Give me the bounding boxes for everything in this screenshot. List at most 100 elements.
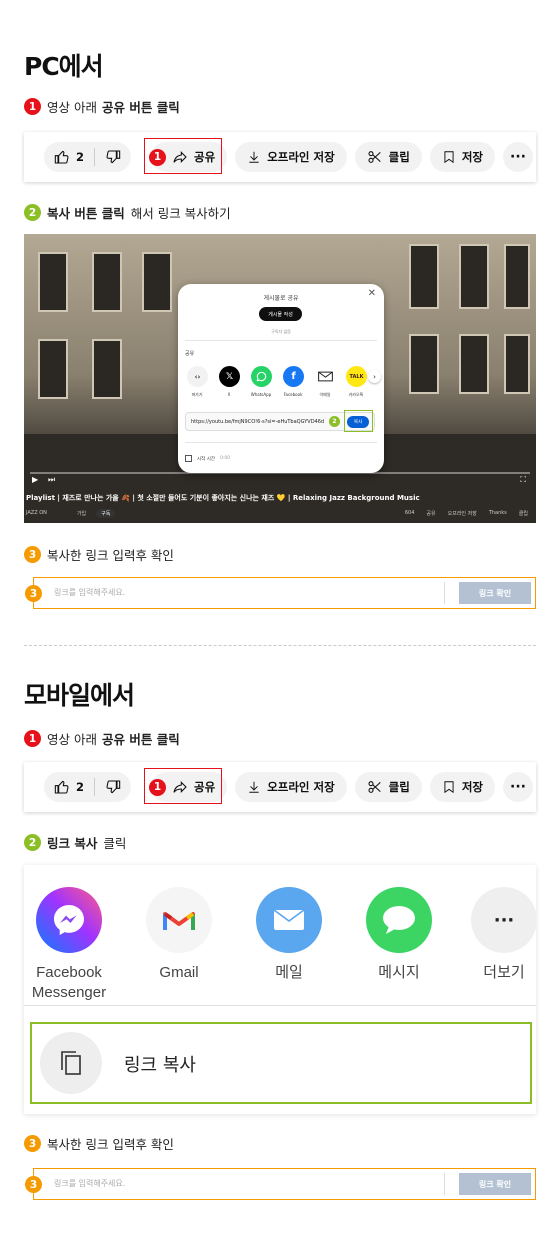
icon-label: 퍼가기 <box>191 392 203 397</box>
mobile-section-title: 모바일에서 <box>24 681 135 710</box>
mobile-step3: 3 복사한 링크 입력후 확인 <box>24 1134 174 1153</box>
share-dialog: 게시물로 공유 ✕ 게시물 작성 구독자 없음 공유 ‹› 𝕏 f TALK ›… <box>178 284 384 473</box>
link-input[interactable]: 링크를 입력해주세요. <box>54 1178 125 1189</box>
link-confirm-button[interactable]: 링크 확인 <box>459 1173 531 1195</box>
app-label: Gmail <box>159 964 199 981</box>
clip-button[interactable]: 클립 <box>354 142 422 172</box>
more-icon: ··· <box>471 887 536 953</box>
youtube-action-bar: 2 1 공유 오프라인 저장 클립 저장 ··· <box>24 762 536 812</box>
message-icon <box>366 887 432 953</box>
step-number: 3 <box>25 1176 42 1193</box>
thumbs-up-icon <box>54 780 69 794</box>
post-button[interactable]: 게시물 작성 <box>259 307 302 321</box>
video-screenshot: ▶ ⏭ ⛶ Playlist | 재즈로 만나는 가을 🍂 | 첫 소절만 들어… <box>24 234 536 523</box>
next-icon[interactable]: ⏭ <box>48 475 55 485</box>
scissors-icon <box>368 151 381 163</box>
play-icon[interactable]: ▶ <box>32 475 38 484</box>
dislike-button[interactable] <box>95 772 131 802</box>
clip-button[interactable]: 클립 <box>354 772 422 802</box>
dialog-title: 게시물로 공유 <box>263 295 299 302</box>
more-dots-icon: ··· <box>510 149 526 165</box>
save-label: 저장 <box>461 780 484 794</box>
clip-label: 클립 <box>388 150 410 164</box>
join-button[interactable]: 가입 <box>77 510 86 517</box>
window <box>92 339 122 399</box>
pc-section-title: PC에서 <box>24 52 104 81</box>
app-label: Facebook Messenger <box>31 964 107 1001</box>
window <box>504 334 530 394</box>
window <box>142 252 172 312</box>
icon-label: X <box>227 392 231 397</box>
share-label: 공유 <box>185 351 195 357</box>
step-text: 복사한 링크 입력후 확인 <box>47 1137 174 1152</box>
app-more[interactable]: ··· 더보기 <box>459 887 536 983</box>
step-number: 3 <box>24 546 41 563</box>
app-messenger[interactable]: Facebook Messenger <box>24 887 114 1003</box>
more-button[interactable]: ··· <box>503 142 534 172</box>
link-input[interactable]: 링크를 입력해주세요. <box>54 587 125 598</box>
start-time-checkbox[interactable] <box>185 455 192 462</box>
facebook-icon[interactable]: f <box>283 366 304 387</box>
x-icon[interactable]: 𝕏 <box>219 366 240 387</box>
channel-name[interactable]: JAZZ ON <box>26 510 47 516</box>
app-gmail[interactable]: Gmail <box>134 887 224 983</box>
subscribe-button[interactable]: 구독 <box>96 508 116 518</box>
window <box>409 244 439 309</box>
player-controls[interactable]: ▶ ⏭ ⛶ <box>24 472 536 486</box>
app-message[interactable]: 메시지 <box>354 887 444 983</box>
next-arrow-icon[interactable]: › <box>368 370 381 383</box>
link-confirm-button[interactable]: 링크 확인 <box>459 582 531 604</box>
copy-highlight-box <box>344 410 373 432</box>
divider <box>24 1005 536 1006</box>
save-button[interactable]: 저장 <box>429 142 496 172</box>
fullscreen-icon[interactable]: ⛶ <box>520 475 526 485</box>
window <box>38 339 68 399</box>
youtube-action-bar: 2 1 공유 오프라인 저장 클립 저장 ··· <box>24 132 536 182</box>
pc-link-input-bar: 3 링크를 입력해주세요. 링크 확인 <box>25 577 536 609</box>
like-button[interactable]: 2 <box>44 772 94 802</box>
app-label: 메일 <box>275 964 303 981</box>
window <box>38 252 68 312</box>
window <box>459 244 489 309</box>
start-time-row[interactable]: 시작 시간 0:00 <box>185 455 230 462</box>
step-text: 해서 링크 복사하기 <box>130 206 231 221</box>
app-label: 더보기 <box>483 964 525 981</box>
start-time-value: 0:00 <box>220 456 231 461</box>
more-button[interactable]: ··· <box>503 772 534 802</box>
step-number: 3 <box>24 1135 41 1152</box>
window <box>409 334 439 394</box>
like-dislike-group: 2 <box>44 772 132 802</box>
step-number: 2 <box>24 204 41 221</box>
video-meta-row: JAZZ ON 가입 구독 604 공유 오프라인 저장 Thanks 클립 <box>26 507 534 519</box>
scissors-icon <box>368 781 381 793</box>
copy-step-marker: 2 <box>329 416 340 427</box>
like-button[interactable]: 2 <box>44 142 94 172</box>
video-like-count[interactable]: 604 <box>405 510 415 516</box>
step-bold: 공유 버튼 클릭 <box>101 732 180 747</box>
share-url-box[interactable]: https://youtu.be/fmjN9CO!6-s?si=-eHuTbaQ… <box>185 410 375 432</box>
divider <box>185 442 377 443</box>
mobile-step1: 1 영상 아래 공유 버튼 클릭 <box>24 729 186 748</box>
window <box>459 334 489 394</box>
offline-save-button[interactable]: 오프라인 저장 <box>235 772 347 802</box>
video-meta-share[interactable]: 공유 <box>426 510 435 517</box>
offline-save-button[interactable]: 오프라인 저장 <box>235 142 347 172</box>
thumbs-down-icon <box>106 780 121 794</box>
app-label: 메시지 <box>378 964 420 981</box>
embed-icon[interactable]: ‹› <box>187 366 208 387</box>
kakaotalk-icon[interactable]: TALK <box>346 366 367 387</box>
step-number: 2 <box>24 834 41 851</box>
link-copy-row[interactable]: 링크 복사 <box>30 1022 532 1104</box>
app-mail[interactable]: 메일 <box>244 887 334 983</box>
video-meta-thanks[interactable]: Thanks <box>489 510 507 516</box>
dislike-button[interactable] <box>95 142 131 172</box>
video-meta-offline[interactable]: 오프라인 저장 <box>448 510 477 517</box>
video-meta-clip[interactable]: 클립 <box>519 510 528 517</box>
mobile-share-sheet: Facebook Messenger Gmail 메일 메시지 ··· 더보기 … <box>24 865 536 1114</box>
step-number: 3 <box>25 585 42 602</box>
like-count: 2 <box>76 780 85 794</box>
mail-icon[interactable] <box>315 366 336 387</box>
close-icon[interactable]: ✕ <box>368 288 376 299</box>
whatsapp-icon[interactable] <box>251 366 272 387</box>
save-button[interactable]: 저장 <box>429 772 496 802</box>
